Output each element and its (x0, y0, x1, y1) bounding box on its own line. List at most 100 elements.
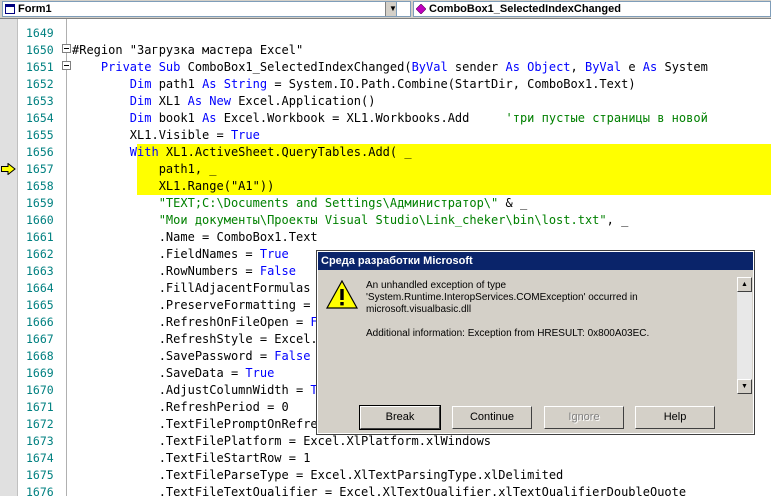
code-token: Excel.Application() (230, 94, 376, 108)
keyword-token: True (259, 247, 289, 261)
line-number: 1670 (26, 383, 54, 397)
ignore-button[interactable]: Ignore (544, 406, 624, 429)
code-token: , _ (606, 213, 629, 227)
line-number: 1652 (26, 77, 54, 91)
code-token: Excel.Workbook = XL1.Workbooks.Add (216, 111, 506, 125)
scroll-down-icon[interactable]: ▼ (737, 379, 752, 394)
keyword-token: Dim (129, 94, 152, 108)
code-token: .RowNumbers = (72, 264, 260, 278)
form-icon (5, 4, 15, 14)
keyword-token: ByVal (584, 60, 622, 74)
code-line[interactable]: "TEXT;C:\Documents and Settings\Админист… (72, 195, 527, 212)
outline-guide (66, 19, 67, 496)
code-line[interactable]: .SaveData = True (72, 365, 275, 382)
code-line[interactable]: XL1.Range("A1")) (72, 178, 275, 195)
line-number: 1672 (26, 417, 54, 431)
line-number: 1656 (26, 145, 54, 159)
code-line[interactable]: .TextFilePlatform = Excel.XlPlatform.xlW… (72, 433, 491, 450)
code-line[interactable]: .RefreshOnFileOpen = False (72, 314, 347, 331)
code-token: .TextFileStartRow = 1 (72, 451, 311, 465)
event-icon (416, 4, 426, 14)
code-token: .SaveData = (72, 366, 246, 380)
exception-dialog: Среда разработки Microsoft An unhandled … (316, 250, 755, 435)
line-number: 1669 (26, 366, 54, 380)
collapse-sub-icon[interactable] (62, 61, 71, 70)
class-name-combo[interactable]: Form1 ▼ (2, 1, 401, 17)
code-token: .TextFileTextQualifier = Excel.XlTextQua… (72, 485, 687, 496)
code-line[interactable]: #Region "Загрузка мастера Excel" (72, 42, 303, 59)
code-line[interactable]: .Name = ComboBox1.Text (72, 229, 318, 246)
keyword-token: As Object (505, 60, 571, 74)
code-line[interactable]: path1, _ (72, 161, 217, 178)
code-token: .PreserveFormatting = (72, 298, 318, 312)
code-token: .RefreshOnFileOpen = (72, 315, 311, 329)
code-token: XL1.Visible = (72, 128, 231, 142)
code-line[interactable]: "Мои документы\Проекты Visual Studio\Lin… (72, 212, 629, 229)
code-token: .TextFilePromptOnRefresh = (72, 417, 354, 431)
line-number: 1649 (26, 26, 54, 40)
line-number: 1659 (26, 196, 54, 210)
code-line[interactable]: .AdjustColumnWidth = True (72, 382, 340, 399)
break-button[interactable]: Break (359, 405, 441, 430)
class-name-text: Form1 (18, 3, 52, 15)
code-token: sender (447, 60, 506, 74)
code-token: .Name = ComboBox1.Text (72, 230, 318, 244)
keyword-token: False (259, 264, 296, 278)
code-line[interactable]: .RefreshPeriod = 0 (72, 399, 289, 416)
line-number: 1674 (26, 451, 54, 465)
keyword-token: Dim (129, 111, 152, 125)
code-token: .FieldNames = (72, 247, 260, 261)
keyword-token: True (230, 128, 260, 142)
line-number: 1673 (26, 434, 54, 448)
code-token: book1 (151, 111, 203, 125)
line-number: 1655 (26, 128, 54, 142)
code-token: .SavePassword = (72, 349, 275, 363)
code-line[interactable]: Dim path1 As String = System.IO.Path.Com… (72, 76, 636, 93)
string-token: "Мои документы\Проекты Visual Studio\Lin… (158, 213, 607, 227)
keyword-token: As New (187, 94, 231, 108)
method-name-text: ComboBox1_SelectedIndexChanged (429, 3, 621, 15)
line-number: 1653 (26, 94, 54, 108)
indicator-margin[interactable] (0, 19, 18, 496)
help-button[interactable]: Help (635, 406, 715, 429)
line-number: 1667 (26, 332, 54, 346)
code-token: path1, _ (72, 162, 217, 176)
code-line[interactable]: Dim book1 As Excel.Workbook = XL1.Workbo… (72, 110, 708, 127)
code-line[interactable]: .TextFileParseType = Excel.XlTextParsing… (72, 467, 564, 484)
keyword-token: As (642, 60, 658, 74)
code-line[interactable]: .FieldNames = True (72, 246, 289, 263)
string-token: "TEXT;C:\Documents and Settings\Админист… (158, 196, 499, 210)
continue-button[interactable]: Continue (452, 406, 532, 429)
code-line[interactable]: Dim XL1 As New Excel.Application() (72, 93, 376, 110)
line-number: 1671 (26, 400, 54, 414)
line-number: 1660 (26, 213, 54, 227)
scroll-up-icon[interactable]: ▲ (737, 277, 752, 292)
collapse-region-icon[interactable] (62, 44, 71, 53)
code-line[interactable]: .TextFileStartRow = 1 (72, 450, 311, 467)
code-line[interactable]: .TextFileTextQualifier = Excel.XlTextQua… (72, 484, 686, 496)
code-token: #Region "Загрузка мастера Excel" (72, 43, 304, 57)
message-scrollbar[interactable]: ▲ ▼ (737, 277, 752, 394)
keyword-token: True (245, 366, 275, 380)
keyword-token: As (202, 111, 217, 125)
code-line[interactable]: Private Sub ComboBox1_SelectedIndexChang… (72, 59, 708, 76)
code-line[interactable]: XL1.Visible = True (72, 127, 260, 144)
code-line[interactable]: .PreserveFormatting = True (72, 297, 347, 314)
code-token: .TextFileParseType = Excel.XlTextParsing… (72, 468, 564, 482)
line-number-gutter: 1649 1650 1651 1652 1653 1654 1655 1656 1657 1658… (18, 19, 62, 499)
keyword-token: Dim (129, 77, 152, 91)
code-line[interactable]: With XL1.ActiveSheet.QueryTables.Add( _ (72, 144, 412, 161)
chevron-down-icon[interactable] (396, 1, 411, 17)
method-name-combo[interactable]: ComboBox1_SelectedIndexChanged (413, 1, 771, 17)
line-number: 1676 (26, 485, 54, 499)
code-line[interactable]: .RowNumbers = False (72, 263, 296, 280)
code-line[interactable]: .SavePassword = False (72, 348, 311, 365)
editor-toolbar: Form1 ▼ ComboBox1_SelectedIndexChanged (0, 0, 771, 19)
